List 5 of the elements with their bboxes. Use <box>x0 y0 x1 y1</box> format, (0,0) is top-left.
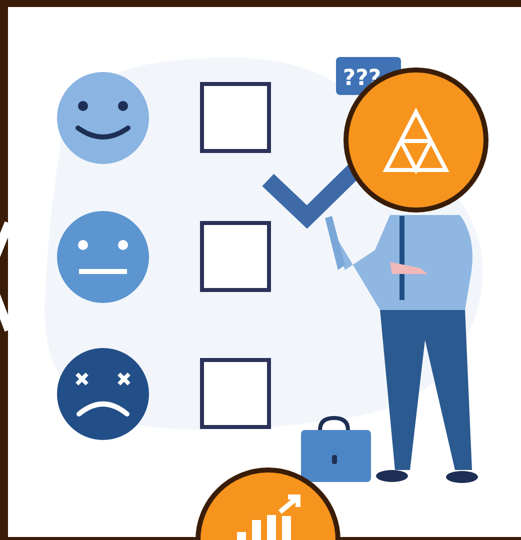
happy-face-icon <box>57 72 149 164</box>
triangle-logo-icon <box>344 68 488 212</box>
neutral-face-icon <box>57 211 149 303</box>
sad-face-icon <box>57 348 149 440</box>
briefcase-icon <box>301 416 371 482</box>
